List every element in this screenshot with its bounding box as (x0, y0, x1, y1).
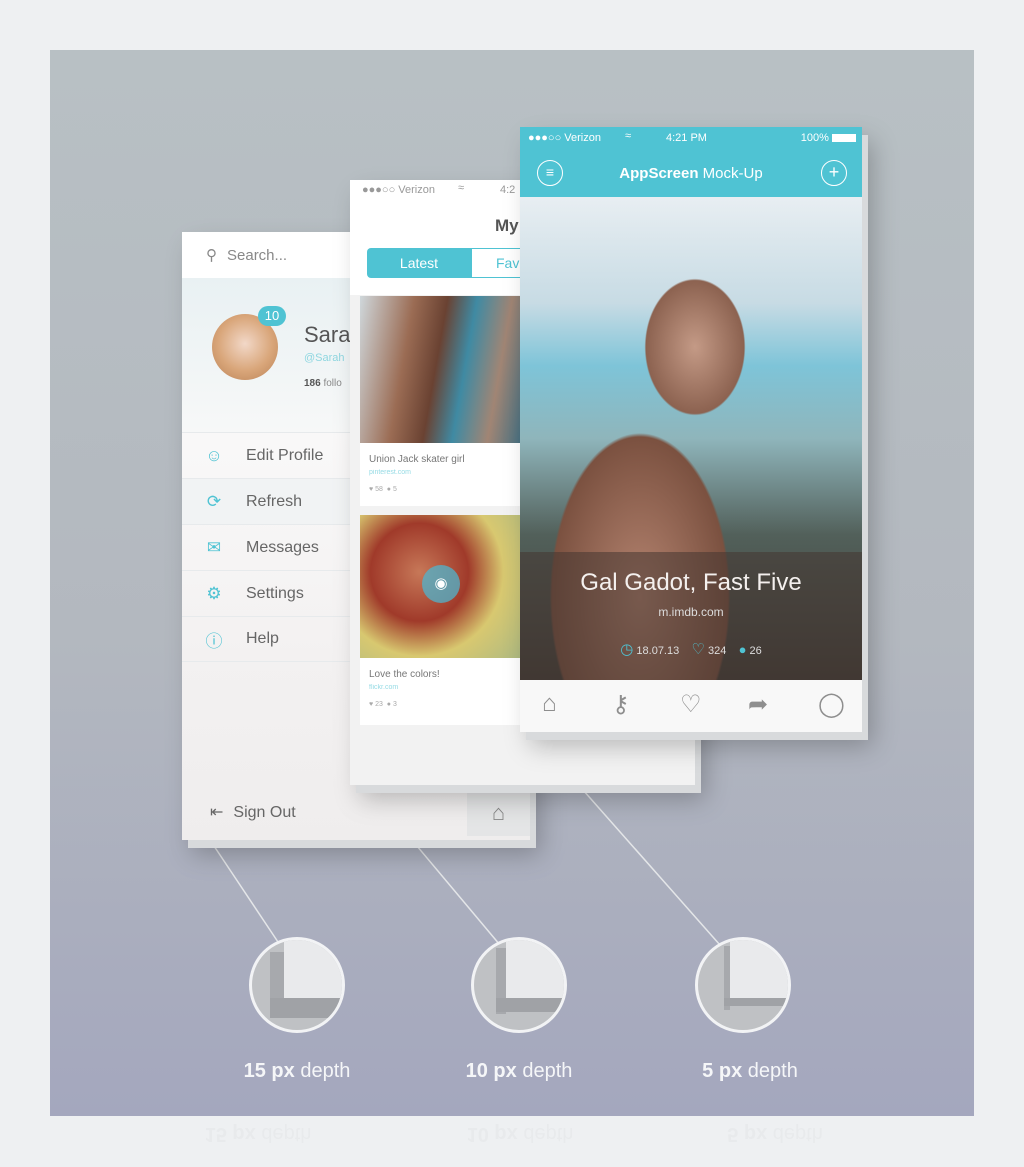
followers: 186 follo (304, 378, 342, 389)
share-icon[interactable]: ➦ (748, 690, 768, 719)
tag-icon[interactable]: ⚷ (612, 690, 630, 719)
caption-title: Gal Gadot, Fast Five (580, 569, 802, 596)
depth-label-reflection: 10 px depth (466, 1123, 574, 1145)
sign-out-button[interactable]: ⇤ Sign Out (210, 802, 296, 822)
comments-count: 3 (392, 701, 397, 708)
menu-label: Refresh (246, 492, 303, 510)
menu-label: Messages (246, 538, 319, 556)
post-card[interactable]: ◉ Love the colors! flickr.com ♥ 23 ● 3 (360, 515, 530, 725)
followers-count: 186 (304, 378, 321, 389)
home-icon[interactable]: ⌂ (542, 690, 557, 718)
app-title: AppScreen Mock-Up (520, 165, 862, 182)
post-stats: ♥ 58 ● 5 (369, 486, 397, 493)
status-time: 4:2 (500, 184, 516, 196)
heart-icon[interactable]: ♡ (680, 690, 702, 719)
status-carrier: ●●●○○ Verizon (528, 132, 601, 144)
sign-out-icon: ⇤ (210, 804, 224, 821)
clock-icon: ◷ (620, 641, 634, 658)
caption-overlay: Gal Gadot, Fast Five m.imdb.com ◷ 18.07.… (520, 552, 862, 680)
depth-diagram-15px (249, 937, 345, 1033)
comment-icon[interactable]: ● (739, 642, 747, 657)
feed-title: My (495, 216, 519, 235)
comments-count: 5 (392, 486, 397, 493)
chat-bubble-icon[interactable]: ◯ (818, 690, 845, 719)
post-card[interactable]: Union Jack skater girl pinterest.com ♥ 5… (360, 296, 530, 506)
status-wifi-icon: ≈ (625, 130, 632, 142)
mockup-canvas: ⚲ Search... 10 Sarah @Sarah 186 follo ☺ E… (50, 50, 974, 1116)
likes-count: 58 (375, 486, 383, 493)
depth-label: 15 px depth (243, 1060, 351, 1082)
title-rest: Mock-Up (702, 165, 763, 182)
post-title: Love the colors! (369, 669, 440, 680)
user-icon: ☺ (205, 445, 223, 465)
depth-diagram-10px (471, 937, 567, 1033)
caption-source[interactable]: m.imdb.com (520, 605, 862, 619)
notification-badge: 10 (258, 306, 286, 326)
depth-label-reflection: 5 px depth (727, 1123, 823, 1145)
search-icon: ⚲ (206, 247, 217, 264)
tab-latest[interactable]: Latest (367, 248, 471, 278)
home-icon: ⌂ (491, 800, 506, 825)
post-photo (360, 296, 530, 443)
bottom-tab-bar: ⌂ ⚷ ♡ ➦ ◯ (520, 680, 862, 732)
depth-label: 10 px depth (465, 1060, 573, 1082)
sign-out-label: Sign Out (233, 804, 296, 821)
plus-icon: + (828, 162, 840, 182)
gear-icon: ⚙ (206, 583, 222, 603)
post-source[interactable]: pinterest.com (369, 469, 411, 476)
battery-percent: 100% (800, 132, 829, 144)
likes-count: 324 (707, 645, 727, 657)
depth-label-reflection: 15 px depth (204, 1123, 312, 1145)
title-bold: AppScreen (619, 165, 699, 182)
app-header: ●●●○○ Verizon ≈ 4:21 PM 100% ≡ AppScreen… (520, 127, 862, 197)
caption-stats: ◷ 18.07.13 ♡ 324 ● 26 (520, 640, 862, 658)
post-title: Union Jack skater girl (369, 454, 465, 465)
home-button[interactable]: ⌂ (467, 790, 530, 836)
help-icon: ⓘ (205, 631, 223, 651)
profile-handle[interactable]: @Sarah (304, 352, 345, 364)
status-wifi-icon: ≈ (458, 182, 465, 194)
camera-icon: ◉ (434, 575, 448, 592)
heart-icon[interactable]: ♡ (691, 641, 704, 658)
main-screen: ●●●○○ Verizon ≈ 4:21 PM 100% ≡ AppScreen… (520, 127, 862, 732)
search-input[interactable]: Search... (227, 247, 287, 264)
status-battery: 100% (801, 132, 856, 144)
menu-label: Help (246, 630, 279, 647)
followers-label: follo (323, 378, 342, 389)
menu-label: Edit Profile (246, 446, 324, 464)
camera-button[interactable]: ◉ (422, 565, 460, 603)
post-date: 18.07.13 (636, 645, 680, 657)
post-stats: ♥ 23 ● 3 (369, 701, 397, 708)
comments-count: 26 (749, 645, 762, 657)
likes-count: 23 (375, 701, 383, 708)
battery-icon (832, 134, 856, 143)
refresh-icon: ⟳ (206, 491, 222, 511)
depth-label: 5 px depth (702, 1060, 798, 1082)
add-button[interactable]: + (821, 160, 847, 186)
menu-label: Settings (246, 584, 304, 602)
status-carrier: ●●●○○ Verizon (362, 184, 435, 196)
status-time: 4:21 PM (666, 132, 707, 144)
depth-diagram-5px (695, 937, 791, 1033)
post-source[interactable]: flickr.com (369, 684, 398, 691)
mail-icon: ✉ (206, 537, 222, 557)
